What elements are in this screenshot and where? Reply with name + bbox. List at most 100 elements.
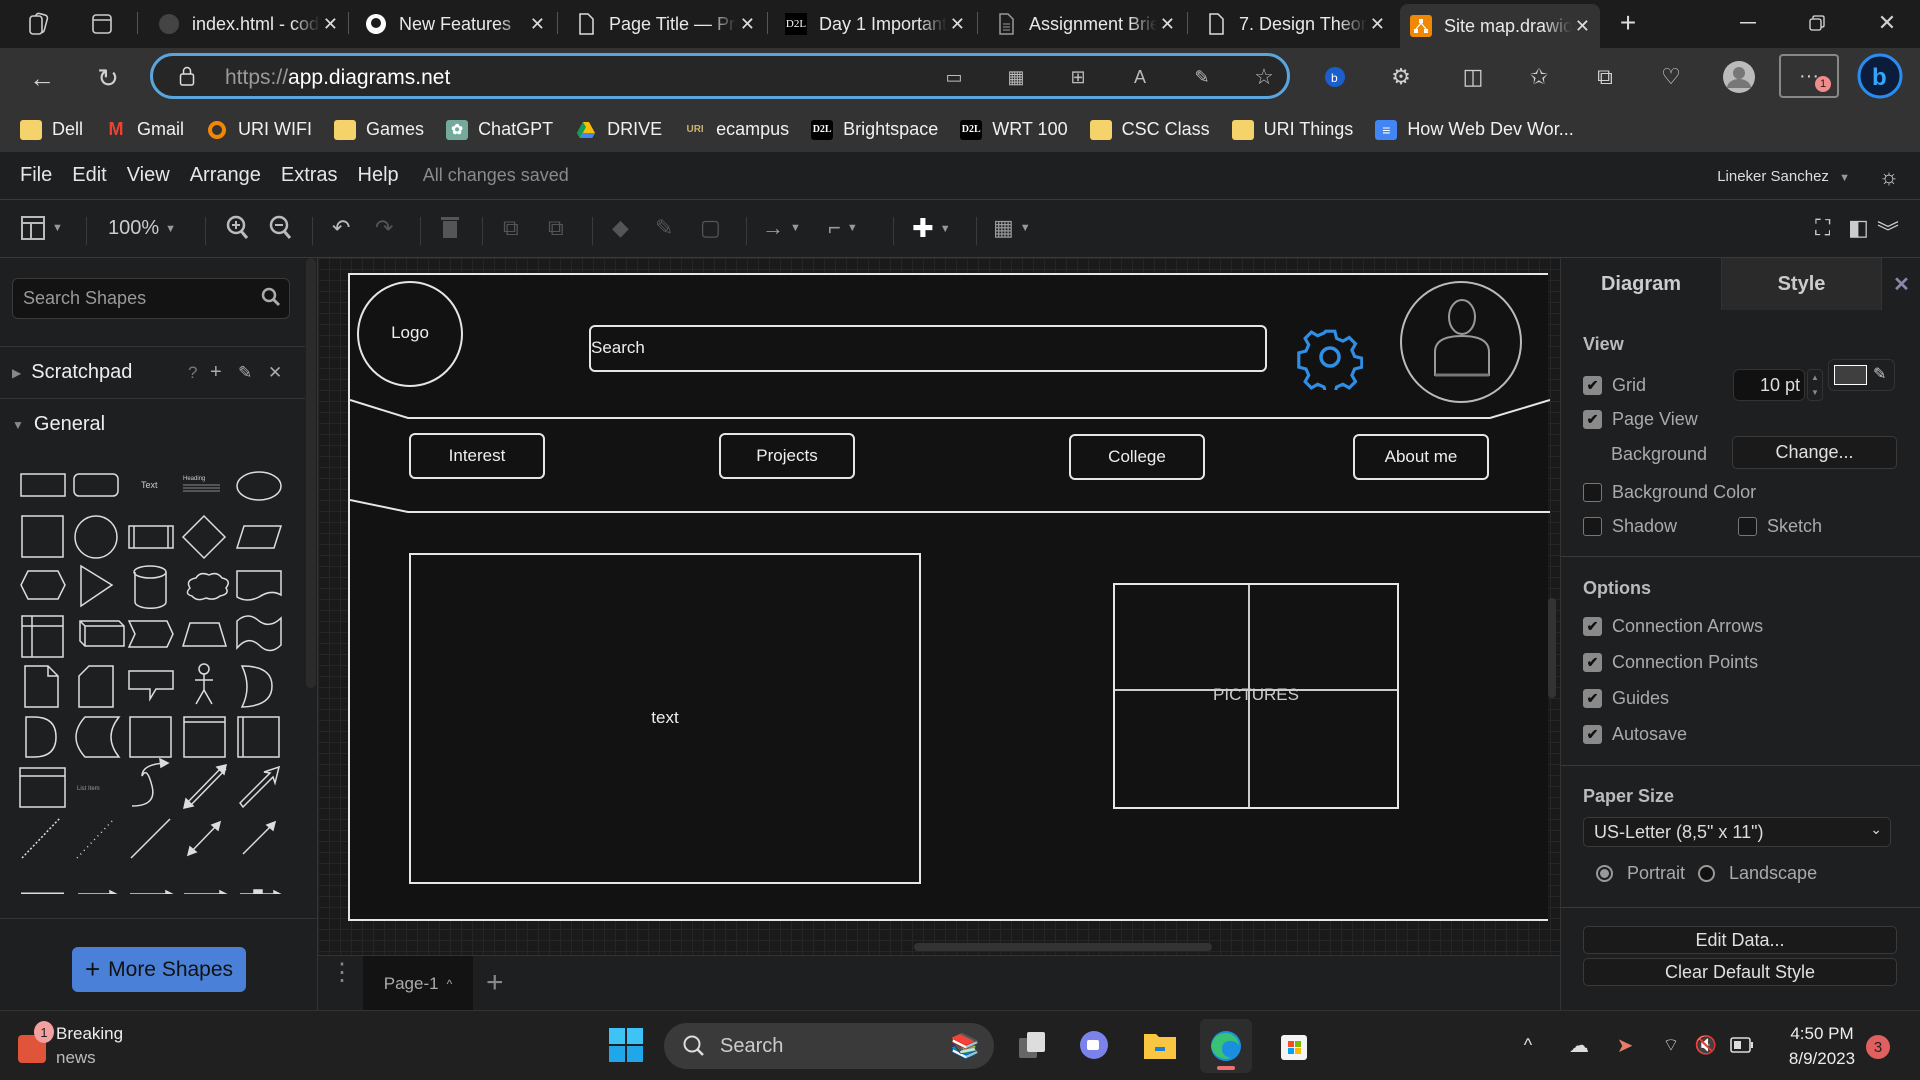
url-field[interactable]: https://app.diagrams.net ▭ ▦ ⊞ A ✎ ☆ xyxy=(150,53,1290,99)
to-back-button[interactable]: ⧉ xyxy=(548,215,564,241)
connection-style-button[interactable]: → ▼ xyxy=(762,215,801,241)
app-available-icon[interactable]: ▭ xyxy=(941,64,967,90)
help-icon[interactable]: ? xyxy=(188,363,197,383)
split-view-icon[interactable]: ◫ xyxy=(1458,62,1488,92)
theme-toggle-icon[interactable]: ☼ xyxy=(1876,164,1902,190)
show-hidden-icons[interactable]: ^ xyxy=(1514,1031,1542,1059)
zoom-select[interactable]: 100% ▼ xyxy=(108,217,176,240)
news-widget[interactable]: 1 Breaking news xyxy=(18,1021,148,1069)
bookmark-drive[interactable]: DRIVE xyxy=(575,119,662,140)
guides-checkbox[interactable]: ✔ Guides xyxy=(1583,688,1669,709)
nav-projects[interactable]: Projects xyxy=(719,433,855,479)
restore-button[interactable] xyxy=(1802,8,1832,38)
bookmark-uri-things[interactable]: URI Things xyxy=(1231,119,1353,140)
refresh-button[interactable]: ↻ xyxy=(92,62,124,94)
nav-interest[interactable]: Interest xyxy=(409,433,545,479)
location-icon[interactable]: ➤ xyxy=(1610,1031,1640,1059)
close-tab-icon[interactable]: ✕ xyxy=(740,14,755,35)
menu-arrange[interactable]: Arrange xyxy=(190,164,261,187)
read-aloud-icon[interactable]: A xyxy=(1127,64,1153,90)
edit-data-button[interactable]: Edit Data... xyxy=(1583,926,1897,954)
tab-assignment[interactable]: Assignment Brief ✕ xyxy=(985,6,1185,42)
bookmark-gmail[interactable]: M Gmail xyxy=(105,119,185,140)
nav-about-me[interactable]: About me xyxy=(1353,434,1489,480)
shape-search[interactable] xyxy=(12,278,290,319)
wifi-icon[interactable]: ⌔ xyxy=(1657,1031,1685,1059)
microsoft-store-icon[interactable] xyxy=(1274,1025,1314,1065)
bookmark-ecampus[interactable]: URI ecampus xyxy=(684,119,789,140)
autosave-checkbox[interactable]: ✔ Autosave xyxy=(1583,724,1687,745)
collapse-toolbar-icon[interactable]: ︾ xyxy=(1877,215,1899,247)
close-tab-icon[interactable]: ✕ xyxy=(323,14,338,35)
lock-icon[interactable] xyxy=(175,64,199,88)
volume-muted-icon[interactable]: 🔇 xyxy=(1692,1031,1720,1059)
general-section[interactable]: ▼ General xyxy=(0,398,305,450)
new-tab-button[interactable]: + xyxy=(1613,7,1643,38)
bookmark-csc-class[interactable]: CSC Class xyxy=(1089,119,1210,140)
edit-pencil-icon[interactable]: ✎ xyxy=(238,363,252,383)
search-bar-shape[interactable]: Search xyxy=(589,325,1267,372)
favorite-star-icon[interactable]: ☆ xyxy=(1251,64,1277,90)
minimize-button[interactable] xyxy=(1733,8,1763,38)
vertical-scrollbar[interactable] xyxy=(1548,598,1556,698)
line-color-button[interactable]: ✎ xyxy=(655,215,673,241)
undo-button[interactable]: ↶ xyxy=(332,215,350,241)
pictures-grid[interactable]: PICTURES xyxy=(1113,583,1399,809)
bookmark-games[interactable]: Games xyxy=(334,119,424,140)
diagram-canvas[interactable]: Logo Search Interest Projects College Ab… xyxy=(318,258,1560,955)
menu-extras[interactable]: Extras xyxy=(281,164,338,187)
extensions-puzzle-icon[interactable]: ⚙ xyxy=(1386,62,1416,92)
scratchpad-section[interactable]: ▶ Scratchpad ? + ✎ ✕ xyxy=(0,346,305,398)
browser-essentials-icon[interactable]: ♡ xyxy=(1656,62,1686,92)
connection-arrows-checkbox[interactable]: ✔ Connection Arrows xyxy=(1583,616,1763,637)
sidebar-scrollbar[interactable] xyxy=(306,258,316,688)
bookmark-brightspace[interactable]: D2L Brightspace xyxy=(811,119,938,140)
shape-search-input[interactable] xyxy=(23,288,253,309)
shadow-checkbox[interactable]: Shadow xyxy=(1583,516,1677,537)
page-view-checkbox[interactable]: ✔ Page View xyxy=(1583,409,1698,430)
bookmark-web-dev[interactable]: ≡ How Web Dev Wor... xyxy=(1375,119,1574,140)
notification-badge[interactable]: 3 xyxy=(1866,1035,1890,1059)
tab-new-features[interactable]: New Features ✕ xyxy=(355,6,555,42)
bookmark-dell[interactable]: Dell xyxy=(20,119,83,140)
add-page-button[interactable]: + xyxy=(486,966,504,1000)
portrait-radio[interactable]: Portrait xyxy=(1596,863,1685,884)
tab-day-1[interactable]: D2L Day 1 Important ✕ xyxy=(775,6,975,42)
tab-actions-icon[interactable] xyxy=(88,10,116,38)
menu-edit[interactable]: Edit xyxy=(72,164,106,187)
onedrive-icon[interactable]: ☁ xyxy=(1564,1031,1594,1059)
teams-chat-icon[interactable] xyxy=(1074,1025,1114,1065)
sketch-checkbox[interactable]: Sketch xyxy=(1738,516,1822,537)
background-color-checkbox[interactable]: Background Color xyxy=(1583,482,1756,503)
edit-icon[interactable]: ✎ xyxy=(1189,64,1215,90)
delete-button[interactable] xyxy=(440,215,460,239)
change-background-button[interactable]: Change... xyxy=(1732,436,1897,469)
file-explorer-icon[interactable] xyxy=(1140,1025,1180,1065)
close-tab-icon[interactable]: ✕ xyxy=(530,14,545,35)
tab-style[interactable]: Style xyxy=(1721,258,1881,310)
clock[interactable]: 4:50 PM 8/9/2023 xyxy=(1780,1019,1864,1073)
profile-avatar[interactable] xyxy=(1722,60,1756,94)
extensions-grid-icon[interactable]: ▦ xyxy=(1003,64,1029,90)
start-button[interactable] xyxy=(608,1027,644,1063)
grid-checkbox[interactable]: ✔ Grid xyxy=(1583,375,1646,396)
grid-size-stepper[interactable]: ▲ ▼ xyxy=(1807,369,1823,401)
grid-color-button[interactable]: ✎ xyxy=(1828,359,1895,391)
copilot-bing-icon[interactable]: b xyxy=(1856,52,1904,100)
bookmark-uri-wifi[interactable]: URI WIFI xyxy=(206,119,312,140)
bookmark-chatgpt[interactable]: ✿ ChatGPT xyxy=(446,119,553,140)
battery-icon[interactable] xyxy=(1728,1031,1756,1059)
clear-default-style-button[interactable]: Clear Default Style xyxy=(1583,958,1897,986)
tab-diagram[interactable]: Diagram xyxy=(1561,258,1721,310)
search-icon[interactable] xyxy=(261,287,281,312)
fill-color-button[interactable]: ◆ xyxy=(612,215,629,241)
zoom-in-button[interactable] xyxy=(226,215,250,241)
workspaces-icon[interactable] xyxy=(24,10,52,38)
text-content-box[interactable]: text xyxy=(409,553,921,884)
close-tab-icon[interactable]: ✕ xyxy=(1575,16,1590,37)
tab-site-map-drawio[interactable]: Site map.drawio ✕ xyxy=(1400,4,1600,48)
format-panel-button[interactable]: ◧ xyxy=(1848,215,1869,241)
paper-size-select[interactable]: US-Letter (8,5" x 11") ⌄ xyxy=(1583,817,1891,847)
more-shapes-button[interactable]: + More Shapes xyxy=(72,947,246,992)
tab-design-theory[interactable]: 7. Design Theory ✕ xyxy=(1195,6,1395,42)
